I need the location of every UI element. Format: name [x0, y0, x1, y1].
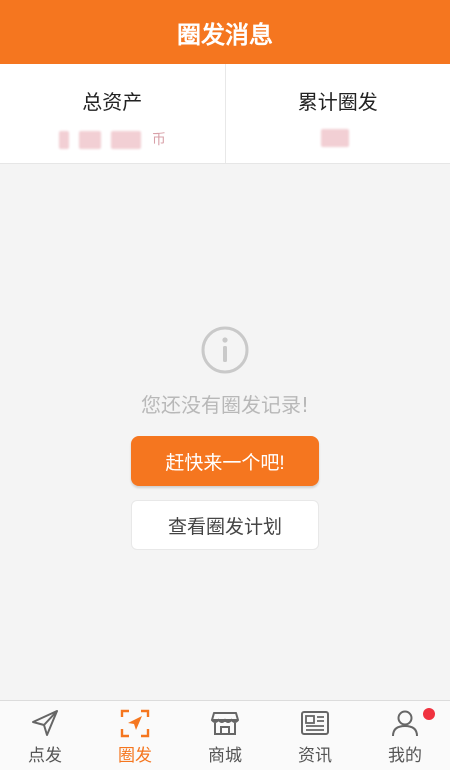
stat-cumulative-sends: 累计圈发 — [224, 64, 450, 163]
stat-label: 总资产 — [82, 90, 143, 114]
page-title: 圈发消息 — [177, 20, 273, 49]
nav-label: 我的 — [388, 746, 422, 766]
stat-unit: 币 — [151, 132, 166, 148]
bottom-nav: 点发 圈发 商城 资讯 我的 — [0, 700, 450, 770]
paper-plane-icon — [32, 710, 58, 736]
notification-badge — [423, 708, 435, 720]
empty-state: 您还没有圈发记录! 赶快来一个吧! 查看圈发计划 — [0, 325, 450, 550]
app-root: 圈发消息 总资产 币 累计圈发 您还没有圈发记录! 赶快来一个吧! 查看圈发计划… — [0, 0, 450, 770]
nav-item-send[interactable]: 点发 — [0, 701, 90, 770]
user-icon — [392, 710, 418, 737]
nav-label: 点发 — [28, 746, 62, 766]
nav-item-news[interactable]: 资讯 — [270, 701, 360, 770]
view-plan-button[interactable]: 查看圈发计划 — [131, 500, 319, 550]
nav-item-me[interactable]: 我的 — [360, 701, 450, 770]
stat-label: 累计圈发 — [297, 90, 378, 114]
nav-label: 商城 — [208, 746, 242, 766]
header-bar: 圈发消息 — [0, 0, 450, 64]
empty-message: 您还没有圈发记录! — [140, 393, 310, 417]
start-send-button[interactable]: 赶快来一个吧! — [131, 436, 319, 486]
stat-value-blurred — [317, 129, 359, 147]
blurred-digit — [111, 131, 142, 149]
stat-value-blurred: 币 — [55, 129, 170, 149]
scan-plane-icon — [120, 709, 150, 738]
nav-item-circle-send[interactable]: 圈发 — [90, 701, 180, 770]
nav-item-store[interactable]: 商城 — [180, 701, 270, 770]
nav-label: 圈发 — [118, 746, 152, 766]
stats-panel: 总资产 币 累计圈发 — [0, 64, 450, 164]
info-icon — [201, 326, 249, 374]
news-icon — [301, 711, 329, 735]
nav-label: 资讯 — [298, 746, 332, 766]
store-icon — [211, 712, 239, 735]
stat-total-assets: 总资产 币 — [0, 64, 225, 163]
blurred-digit — [58, 131, 69, 149]
blurred-digit — [320, 129, 349, 147]
blurred-digit — [79, 131, 102, 149]
